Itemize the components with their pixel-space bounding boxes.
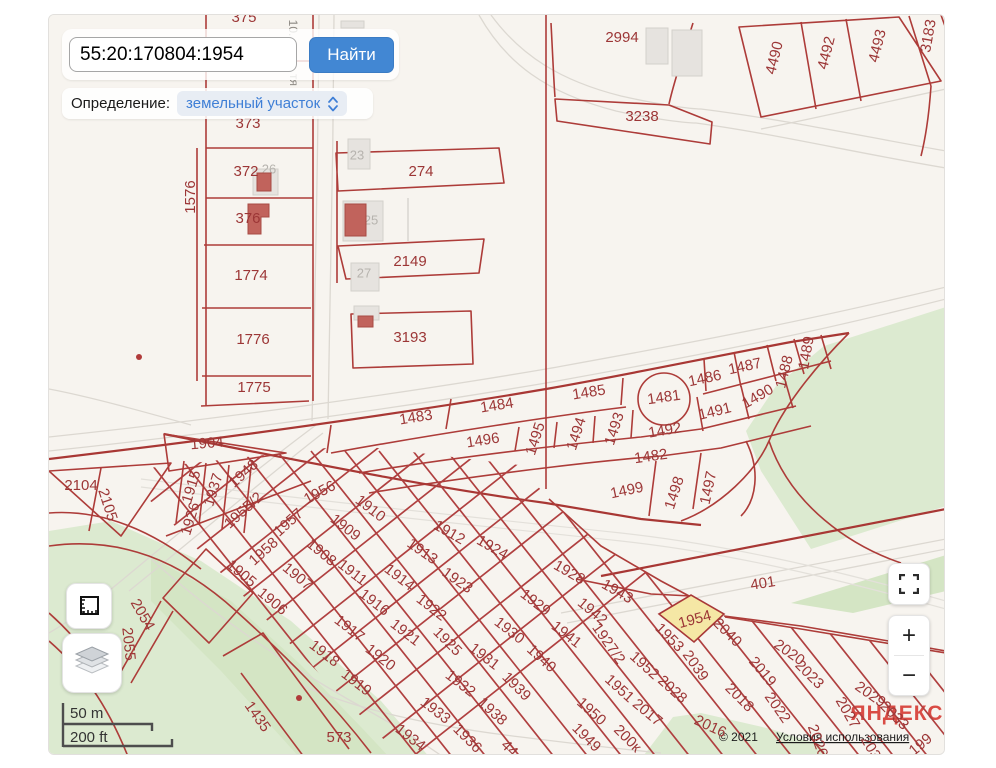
filter-card: Определение: земельный участок	[62, 88, 373, 119]
search-input[interactable]	[69, 37, 297, 72]
map-label: 274	[408, 163, 433, 180]
map-label: 375	[231, 15, 256, 26]
filter-label: Определение:	[71, 95, 171, 112]
map-label: 23	[350, 147, 364, 162]
map-label: 1774	[234, 267, 267, 284]
fullscreen-icon	[899, 574, 919, 594]
map-label: 573	[326, 729, 351, 746]
selected-option-label: земельный участок	[186, 95, 321, 112]
layers-button[interactable]	[62, 633, 122, 693]
zoom-control: + −	[888, 615, 930, 696]
scale-control: 50 m 200 ft	[60, 700, 200, 754]
object-type-select[interactable]: земельный участок	[177, 91, 348, 116]
fullscreen-button[interactable]	[888, 563, 930, 605]
scale-metric-label: 50 m	[70, 705, 103, 722]
map-label: 3238	[625, 108, 658, 125]
zoom-out-button[interactable]: −	[889, 656, 929, 695]
map-label: 1904	[190, 434, 225, 454]
map-label: 2104	[64, 477, 97, 494]
map-label: 1576	[182, 180, 199, 213]
cadastral-map: ЯНДЕКС 23262527 © 2021 Условия использов…	[49, 15, 944, 754]
map-label: 2149	[393, 253, 426, 270]
map-label: 1776	[236, 331, 269, 348]
terms-link[interactable]: Условия использования	[776, 730, 909, 744]
map-label: 1775	[237, 379, 270, 396]
measure-button[interactable]	[66, 583, 112, 629]
page: ЯНДЕКС 23 26 25 27 © 2021 Условия исполь…	[0, 0, 996, 768]
scale-imperial-label: 200 ft	[70, 729, 108, 746]
survey-point	[296, 695, 302, 701]
find-button[interactable]: Найти	[309, 37, 394, 73]
map-canvas[interactable]: ЯНДЕКС 23 26 25 27 © 2021 Условия исполь…	[48, 14, 945, 755]
ruler-icon	[80, 596, 99, 615]
map-label: 3193	[393, 329, 426, 346]
select-chevrons-icon	[328, 96, 339, 111]
layers-icon	[74, 646, 110, 674]
map-label: 376	[235, 210, 260, 227]
survey-point	[136, 354, 142, 360]
map-label: 372	[233, 163, 258, 180]
zoom-in-button[interactable]: +	[889, 616, 929, 655]
map-label: 27	[357, 265, 371, 280]
map-label: 2994	[605, 29, 638, 46]
